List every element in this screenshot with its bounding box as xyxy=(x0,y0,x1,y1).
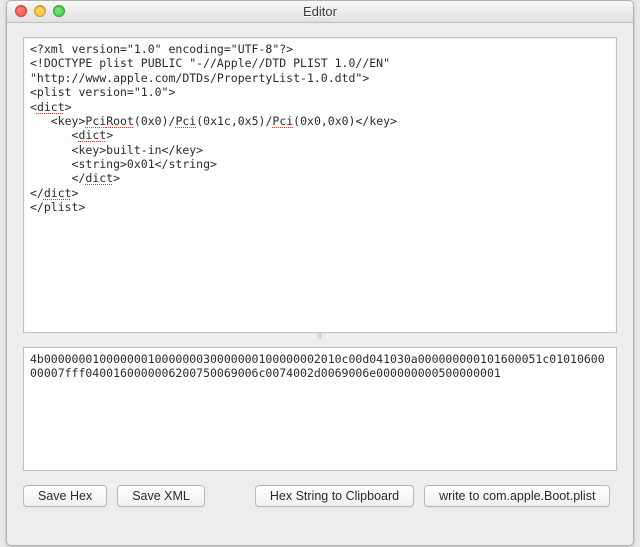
minimize-icon[interactable] xyxy=(34,5,46,17)
splitter-handle[interactable]: ⠿ xyxy=(23,333,617,341)
hex-to-clipboard-button[interactable]: Hex String to Clipboard xyxy=(255,485,414,507)
save-hex-button[interactable]: Save Hex xyxy=(23,485,107,507)
content-area: <?xml version="1.0" encoding="UTF-8"?> <… xyxy=(7,23,633,545)
window-title: Editor xyxy=(303,4,337,19)
button-bar: Save Hex Save XML Hex String to Clipboar… xyxy=(23,471,617,511)
hex-editor[interactable] xyxy=(24,348,616,470)
traffic-lights xyxy=(15,5,65,17)
editor-window: Editor <?xml version="1.0" encoding="UTF… xyxy=(6,0,634,546)
spacer xyxy=(215,485,245,507)
zoom-icon[interactable] xyxy=(53,5,65,17)
close-icon[interactable] xyxy=(15,5,27,17)
save-xml-button[interactable]: Save XML xyxy=(117,485,205,507)
hex-editor-wrap xyxy=(23,347,617,471)
write-boot-plist-button[interactable]: write to com.apple.Boot.plist xyxy=(424,485,610,507)
xml-editor[interactable]: <?xml version="1.0" encoding="UTF-8"?> <… xyxy=(24,38,616,332)
titlebar: Editor xyxy=(7,1,633,23)
xml-editor-wrap: <?xml version="1.0" encoding="UTF-8"?> <… xyxy=(23,37,617,333)
